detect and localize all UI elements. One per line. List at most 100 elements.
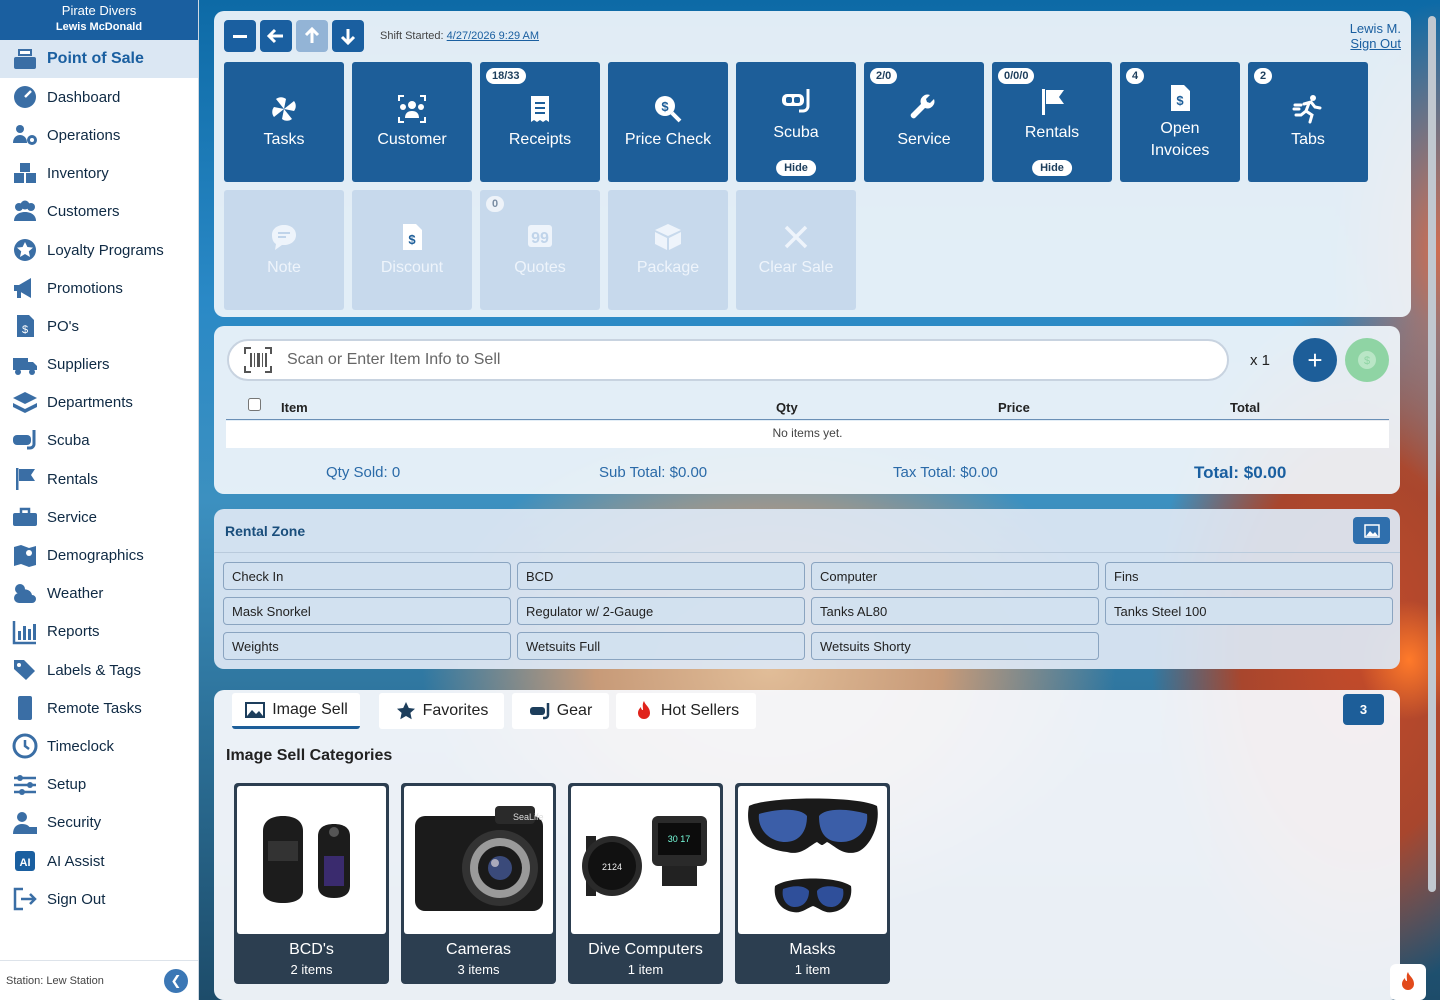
- rental-button-bcd[interactable]: BCD: [517, 562, 805, 590]
- rental-button-wetsuits-shorty[interactable]: Wetsuits Shorty: [811, 632, 1099, 660]
- scan-input-box[interactable]: Scan or Enter Item Info to Sell: [227, 339, 1229, 381]
- sidebar-item-dashboard[interactable]: Dashboard: [0, 78, 198, 116]
- sidebar-item-promotions[interactable]: Promotions: [0, 269, 198, 307]
- sidebar-item-po-s[interactable]: $ PO's: [0, 307, 198, 345]
- tile-rentals[interactable]: 0/0/0 Rentals Hide: [992, 62, 1112, 182]
- add-item-button[interactable]: +: [1293, 338, 1337, 382]
- sidebar-item-suppliers[interactable]: Suppliers: [0, 346, 198, 384]
- sidebar-item-demographics[interactable]: Demographics: [0, 536, 198, 574]
- mask-snorkel-icon: [782, 89, 810, 113]
- page-scrollbar[interactable]: [1428, 16, 1436, 892]
- sidebar-item-setup[interactable]: Setup: [0, 766, 198, 804]
- tile-package[interactable]: Package: [608, 190, 728, 310]
- rental-button-fins[interactable]: Fins: [1105, 562, 1393, 590]
- minimize-button[interactable]: [224, 20, 256, 52]
- rental-image-toggle-button[interactable]: [1353, 517, 1390, 544]
- tab-count-badge[interactable]: 3: [1343, 694, 1384, 725]
- sidebar-item-remote-tasks[interactable]: Remote Tasks: [0, 689, 198, 727]
- tab-label: Favorites: [422, 702, 489, 719]
- select-all-checkbox[interactable]: [248, 398, 261, 414]
- tile-customer[interactable]: Customer: [352, 62, 472, 182]
- tile-receipts[interactable]: 18/33 Receipts: [480, 62, 600, 182]
- tile-hide-button[interactable]: Hide: [1032, 160, 1072, 176]
- tile-note[interactable]: Note: [224, 190, 344, 310]
- cloud-sun-icon: [10, 581, 40, 607]
- tile-badge: 2/0: [870, 68, 898, 84]
- sidebar-item-inventory[interactable]: Inventory: [0, 155, 198, 193]
- sidebar-item-operations[interactable]: Operations: [0, 116, 198, 154]
- arrow-up-icon: [304, 26, 320, 43]
- move-down-button[interactable]: [332, 20, 364, 52]
- sidebar-item-departments[interactable]: Departments: [0, 384, 198, 422]
- sidebar-item-rentals[interactable]: Rentals: [0, 460, 198, 498]
- quantity-multiplier[interactable]: x 1: [1250, 352, 1270, 369]
- rental-button-mask-snorkel[interactable]: Mask Snorkel: [223, 597, 511, 625]
- category-image: 2124 30 17: [571, 786, 720, 934]
- gauge-icon: [10, 84, 40, 110]
- sidebar-item-loyalty-programs[interactable]: Loyalty Programs: [0, 231, 198, 269]
- tile-clear-sale[interactable]: Clear Sale: [736, 190, 856, 310]
- sidebar-item-scuba[interactable]: Scuba: [0, 422, 198, 460]
- tile-price-check[interactable]: $ Price Check: [608, 62, 728, 182]
- rental-button-wetsuits-full[interactable]: Wetsuits Full: [517, 632, 805, 660]
- company-name: Pirate Divers: [61, 3, 137, 18]
- tile-quotes[interactable]: 0 99 Quotes: [480, 190, 600, 310]
- collapse-sidebar-button[interactable]: ❮: [164, 969, 188, 993]
- rental-button-weights[interactable]: Weights: [223, 632, 511, 660]
- fire-icon: [1402, 972, 1414, 990]
- x-icon: [784, 225, 808, 249]
- tile-service[interactable]: 2/0 Service: [864, 62, 984, 182]
- category-card-masks[interactable]: Masks 1 item: [735, 783, 890, 984]
- sidebar-item-sign-out[interactable]: Sign Out: [0, 880, 198, 918]
- pay-button[interactable]: $: [1345, 338, 1389, 382]
- category-card-dive-computers[interactable]: 2124 30 17 Dive Computers 1 item: [568, 783, 723, 984]
- sidebar-item-labels-tags[interactable]: Labels & Tags: [0, 651, 198, 689]
- category-name: Dive Computers: [588, 941, 703, 958]
- rental-button-computer[interactable]: Computer: [811, 562, 1099, 590]
- tab-hot-sellers[interactable]: Hot Sellers: [616, 693, 756, 729]
- category-card-bcd-s[interactable]: BCD's 2 items: [234, 783, 389, 984]
- rental-button-regulator-w-2-gauge[interactable]: Regulator w/ 2-Gauge: [517, 597, 805, 625]
- toolbox-icon: [10, 504, 40, 530]
- sidebar-item-point-of-sale[interactable]: Point of Sale: [0, 40, 198, 79]
- tile-scuba[interactable]: Scuba Hide: [736, 62, 856, 182]
- sign-out-link[interactable]: Sign Out: [1350, 36, 1401, 51]
- move-up-button[interactable]: [296, 20, 328, 52]
- hot-sellers-shortcut[interactable]: [1390, 964, 1426, 1000]
- tab-favorites[interactable]: Favorites: [379, 693, 504, 729]
- sidebar-item-customers[interactable]: Customers: [0, 193, 198, 231]
- mask-snorkel-icon: [529, 703, 549, 720]
- tile-tasks[interactable]: Tasks: [224, 62, 344, 182]
- sidebar-item-label: Dashboard: [47, 88, 121, 106]
- tab-gear[interactable]: Gear: [512, 693, 609, 729]
- rental-button-check-in[interactable]: Check In: [223, 562, 511, 590]
- sidebar-item-reports[interactable]: Reports: [0, 613, 198, 651]
- rental-button-tanks-steel-100[interactable]: Tanks Steel 100: [1105, 597, 1393, 625]
- tab-image-sell[interactable]: Image Sell: [232, 693, 360, 729]
- tile-discount[interactable]: $ Discount: [352, 190, 472, 310]
- flag-icon: [1042, 89, 1064, 115]
- svg-text:$: $: [1364, 355, 1370, 367]
- tile-hide-button[interactable]: Hide: [776, 160, 816, 176]
- users-gear-icon: [10, 122, 40, 148]
- tile-tabs[interactable]: 2 Tabs: [1248, 62, 1368, 182]
- category-card-cameras[interactable]: SeaLife Cameras 3 items: [401, 783, 556, 984]
- sidebar-item-timeclock[interactable]: Timeclock: [0, 727, 198, 765]
- sidebar-item-label: Labels & Tags: [47, 661, 141, 679]
- sidebar-item-weather[interactable]: Weather: [0, 575, 198, 613]
- svg-text:$: $: [22, 324, 28, 336]
- category-image: [738, 786, 887, 934]
- quote-icon: 99: [528, 225, 552, 247]
- sidebar-item-label: Demographics: [47, 547, 144, 565]
- sidebar-item-ai-assist[interactable]: AI AI Assist: [0, 842, 198, 880]
- svg-text:SeaLife: SeaLife: [513, 812, 544, 822]
- rental-button-tanks-al80[interactable]: Tanks AL80: [811, 597, 1099, 625]
- sidebar-item-security[interactable]: Security: [0, 804, 198, 842]
- svg-text:$: $: [408, 232, 416, 247]
- back-button[interactable]: [260, 20, 292, 52]
- mask-snorkel-icon: [10, 428, 40, 454]
- tile-open-invoices[interactable]: 4 $ Open Invoices: [1120, 62, 1240, 182]
- sidebar-item-service[interactable]: Service: [0, 498, 198, 536]
- tile-label: Service: [897, 131, 951, 148]
- shift-start-link[interactable]: 4/27/2026 9:29 AM: [447, 30, 539, 42]
